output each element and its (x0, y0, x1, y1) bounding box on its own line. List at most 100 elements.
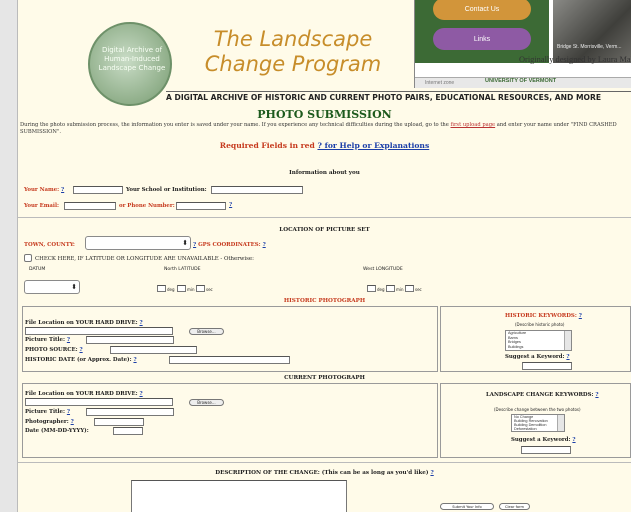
description-label: DESCRIPTION OF THE CHANGE: (This can be … (18, 470, 631, 476)
historic-keywords-help-link[interactable]: ? (579, 313, 582, 319)
photo-source-help-link[interactable]: ? (79, 347, 82, 353)
name-label: Your Name: ? (24, 187, 64, 193)
intro-paragraph: During the photo submission process, the… (20, 122, 631, 136)
help-link[interactable]: ? for Help or Explanations (317, 141, 429, 150)
required-fields-note: Required Fields in red ? for Help or Exp… (18, 141, 631, 150)
change-suggest-label-text: Suggest a Keyword: (511, 437, 571, 443)
description-help-link[interactable]: ? (430, 470, 433, 476)
divider (18, 217, 631, 218)
photo-source-input[interactable] (110, 346, 197, 354)
historic-keywords-list[interactable]: Agriculture Barns Bridges Buildings (505, 330, 572, 351)
email-input[interactable] (64, 202, 116, 210)
min-label: min (396, 287, 404, 292)
change-suggest-label: Suggest a Keyword: ? (511, 437, 576, 443)
name-help-link[interactable]: ? (61, 187, 64, 193)
location-section-title: LOCATION OF PICTURE SET (279, 227, 370, 233)
phone-input[interactable] (176, 202, 226, 210)
lat-deg-input[interactable] (157, 285, 166, 292)
name-input[interactable] (73, 186, 123, 194)
phone-help-link[interactable]: ? (229, 202, 232, 208)
scrollbar[interactable] (557, 415, 564, 431)
school-label: Your School or Institution: (126, 187, 207, 193)
photo-source-label-text: PHOTO SOURCE: (25, 347, 78, 353)
gps-help-link[interactable]: ? (263, 242, 266, 248)
historic-suggest-input[interactable] (522, 362, 572, 370)
archive-logo: Digital Archive of Human-Induced Landsca… (88, 22, 172, 106)
school-input[interactable] (211, 186, 303, 194)
photo-source-label: PHOTO SOURCE: ? (25, 347, 83, 353)
lat-long-unavailable-checkbox[interactable] (24, 254, 32, 262)
current-file-help-link[interactable]: ? (139, 391, 142, 397)
historic-file-input[interactable] (25, 327, 173, 335)
town-help-link[interactable]: ? (193, 242, 196, 248)
submit-info-button[interactable]: Submit Your Info (440, 503, 494, 510)
keyword-option[interactable]: Buildings (508, 345, 571, 350)
historic-title-help-link[interactable]: ? (67, 337, 70, 343)
historic-title-input[interactable] (86, 336, 174, 344)
current-browse-button[interactable]: Browse... (189, 399, 224, 406)
site-tagline: A DIGITAL ARCHIVE OF HISTORIC AND CURREN… (166, 91, 631, 102)
historic-browse-button[interactable]: Browse... (189, 328, 224, 335)
links-button[interactable]: Links (433, 28, 531, 50)
historic-section-title: HISTORIC PHOTOGRAPH (283, 298, 366, 304)
photographer-help-link[interactable]: ? (71, 419, 74, 425)
current-title-label: Picture Title: ? (25, 409, 70, 415)
datum-select[interactable]: ⬍ (24, 280, 80, 294)
photographer-label: Photographer: ? (25, 419, 74, 425)
current-title-input[interactable] (86, 408, 174, 416)
current-date-label: Date (MM-DD-YYYY): (25, 428, 89, 434)
left-window-frame (0, 0, 18, 512)
lat-sec-input[interactable] (196, 285, 205, 292)
historic-suggest-label: Suggest a Keyword: ? (505, 354, 570, 360)
photographer-input[interactable] (94, 418, 144, 426)
site-header: Digital Archive of Human-Induced Landsca… (18, 0, 631, 106)
page-title: PHOTO SUBMISSION (257, 108, 392, 121)
historic-title-label-text: Picture Title: (25, 337, 65, 343)
historic-suggest-help-link[interactable]: ? (566, 354, 569, 360)
historic-keywords-hint: (Describe historic photo) (515, 322, 565, 327)
inset-nav-panel: Contact Us Links (415, 0, 549, 63)
change-keywords-list[interactable]: No Change Building Renovation Building D… (511, 414, 565, 432)
current-title-help-link[interactable]: ? (67, 409, 70, 415)
divider (18, 462, 631, 463)
change-suggest-input[interactable] (521, 446, 571, 454)
change-keywords-help-link[interactable]: ? (595, 392, 598, 398)
deg-label: deg (167, 287, 175, 292)
gps-label: ? GPS COORDINATES: ? (193, 242, 266, 248)
description-textarea[interactable] (131, 480, 347, 512)
sec-label: sec (206, 287, 213, 292)
photographer-label-text: Photographer: (25, 419, 69, 425)
current-title-label-text: Picture Title: (25, 409, 65, 415)
photo-submission-page: Digital Archive of Human-Induced Landsca… (18, 0, 631, 512)
about-section-title: Information about you (289, 170, 360, 176)
current-date-input[interactable] (113, 427, 143, 435)
clear-form-button[interactable]: Clear form (499, 503, 530, 510)
change-keywords-label-text: LANDSCAPE CHANGE KEYWORDS: (486, 392, 594, 398)
current-file-input[interactable] (25, 398, 173, 406)
embedded-screenshot: Contact Us Links Bridge St. Morrisville,… (414, 0, 631, 88)
lat-min-input[interactable] (177, 285, 186, 292)
long-deg-input[interactable] (367, 285, 376, 292)
historic-file-label-text: File Location on YOUR HARD DRIVE: (25, 320, 138, 326)
design-credit: Originally designed by Laura Mal (519, 55, 631, 64)
historic-date-help-link[interactable]: ? (133, 357, 136, 363)
town-county-select[interactable]: ⬍ (85, 236, 191, 250)
west-longitude-label: West LONGITUDE (363, 267, 403, 272)
historic-keywords-label-text: HISTORIC KEYWORDS: (505, 313, 577, 319)
long-min-input[interactable] (386, 285, 395, 292)
historic-date-label: HISTORIC DATE (or Approx. Date): ? (25, 357, 137, 363)
scrollbar[interactable] (564, 331, 571, 350)
historic-file-help-link[interactable]: ? (139, 320, 142, 326)
historic-date-input[interactable] (169, 356, 290, 364)
min-label: min (187, 287, 195, 292)
first-upload-page-link[interactable]: first upload page (450, 122, 495, 128)
sec-label: sec (415, 287, 422, 292)
phone-label: or Phone Number: (119, 203, 175, 209)
historic-title-label: Picture Title: ? (25, 337, 70, 343)
contact-us-button[interactable]: Contact Us (433, 0, 531, 20)
change-suggest-help-link[interactable]: ? (572, 437, 575, 443)
current-section-title: CURRENT PHOTOGRAPH (284, 375, 365, 381)
long-sec-input[interactable] (405, 285, 414, 292)
select-arrows-icon: ⬍ (71, 283, 77, 291)
intro-text: During the photo submission process, the… (20, 122, 449, 128)
